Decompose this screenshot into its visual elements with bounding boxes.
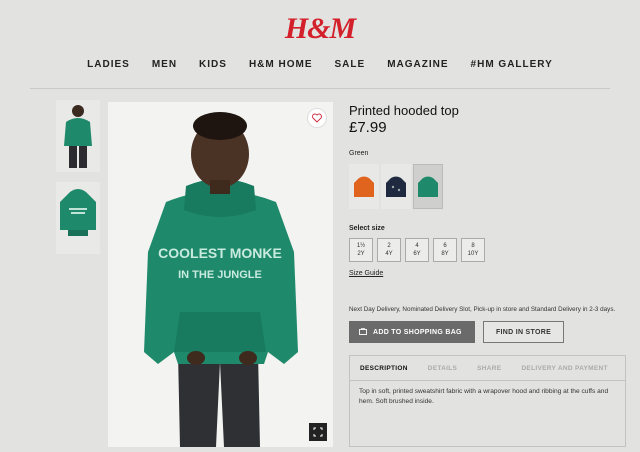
nav-item-men[interactable]: MEN xyxy=(152,59,177,70)
thumbnail-model[interactable] xyxy=(56,100,100,172)
bag-icon xyxy=(359,327,367,337)
product-title: Printed hooded top xyxy=(349,103,459,118)
size-option[interactable]: 2 4Y xyxy=(377,238,401,262)
swatch-orange[interactable] xyxy=(349,164,379,209)
add-to-bag-button[interactable]: ADD TO SHOPPING BAG xyxy=(349,321,475,343)
nav-item-kids[interactable]: KIDS xyxy=(199,59,227,70)
tab-share[interactable]: SHARE xyxy=(467,365,511,372)
info-tabs: DESCRIPTION DETAILS SHARE DELIVERY AND P… xyxy=(350,356,625,381)
size-option[interactable]: 1½ 2Y xyxy=(349,238,373,262)
main-product-image[interactable]: COOLEST MONKE IN THE JUNGLE xyxy=(108,102,333,447)
nav-item-ladies[interactable]: LADIES xyxy=(87,59,130,70)
brand-logo[interactable]: H&M xyxy=(0,12,640,46)
swatch-navy[interactable] xyxy=(381,164,411,209)
product-price: £7.99 xyxy=(349,119,387,136)
size-guide-link[interactable]: Size Guide xyxy=(349,270,383,277)
expand-icon[interactable] xyxy=(309,423,327,441)
size-option[interactable]: 6 8Y xyxy=(433,238,457,262)
product-info-panel: DESCRIPTION DETAILS SHARE DELIVERY AND P… xyxy=(349,355,626,447)
size-label: Select size xyxy=(349,225,385,232)
swatch-green[interactable] xyxy=(413,164,443,209)
color-label: Green xyxy=(349,150,369,157)
header-divider xyxy=(30,88,610,89)
heart-icon[interactable] xyxy=(307,108,327,128)
nav-item-sale[interactable]: SALE xyxy=(335,59,366,70)
delivery-info: Next Day Delivery, Nominated Delivery Sl… xyxy=(349,306,616,313)
tab-description[interactable]: DESCRIPTION xyxy=(350,365,418,372)
main-nav: LADIES MEN KIDS H&M HOME SALE MAGAZINE #… xyxy=(0,59,640,70)
size-option[interactable]: 4 6Y xyxy=(405,238,429,262)
size-option[interactable]: 8 10Y xyxy=(461,238,485,262)
find-in-store-button[interactable]: FIND IN STORE xyxy=(483,321,564,343)
tab-details[interactable]: DETAILS xyxy=(418,365,467,372)
product-description: Top in soft, printed sweatshirt fabric w… xyxy=(359,388,609,405)
nav-item-magazine[interactable]: MAGAZINE xyxy=(387,59,448,70)
nav-item-hm-home[interactable]: H&M HOME xyxy=(249,59,313,70)
size-options: 1½ 2Y 2 4Y 4 6Y 6 8Y 8 10Y xyxy=(349,238,485,262)
thumbnail-product[interactable] xyxy=(56,182,100,254)
hoodie-print-line1: COOLEST MONKE xyxy=(158,245,282,261)
nav-item-hm-gallery[interactable]: #HM GALLERY xyxy=(471,59,553,70)
tab-delivery-payment[interactable]: DELIVERY AND PAYMENT xyxy=(511,365,617,372)
color-swatches xyxy=(349,164,445,209)
hoodie-print-line2: IN THE JUNGLE xyxy=(178,269,262,281)
